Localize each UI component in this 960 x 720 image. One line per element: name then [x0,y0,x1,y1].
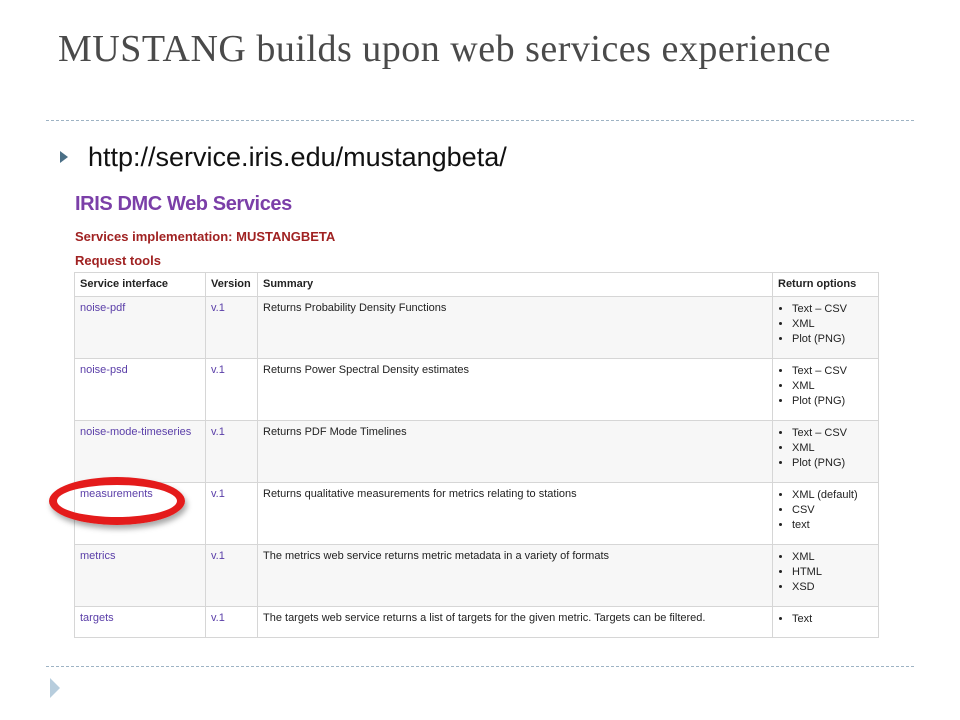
slide-title: MUSTANG builds upon web services experie… [58,28,832,70]
list-item: XML [792,379,873,394]
list-item: text [792,518,873,533]
summary-cell: Returns Power Spectral Density estimates [257,358,773,421]
table-row: measurements v.1 Returns qualitative mea… [74,482,879,545]
list-item: XSD [792,580,873,595]
section-heading: Request tools [75,253,161,268]
return-options-list: Text – CSV XML Plot (PNG) [778,426,873,471]
list-item: XML (default) [792,488,873,503]
table-header-row: Service interface Version Summary Return… [74,272,879,297]
version-link[interactable]: v.1 [211,488,225,500]
version-link[interactable]: v.1 [211,364,225,376]
table-row: noise-psd v.1 Returns Power Spectral Den… [74,358,879,421]
site-title: IRIS DMC Web Services [75,193,292,215]
title-divider [46,120,914,121]
column-header: Return options [772,272,879,297]
list-item: Text – CSV [792,364,873,379]
footer-divider [46,666,914,667]
column-header: Summary [257,272,773,297]
corner-triangle-icon [50,678,60,698]
table-row: targets v.1 The targets web service retu… [74,606,879,638]
table-row: noise-mode-timeseries v.1 Returns PDF Mo… [74,420,879,483]
table-row: metrics v.1 The metrics web service retu… [74,544,879,607]
summary-cell: The targets web service returns a list o… [257,606,773,638]
list-item: XML [792,550,873,565]
summary-cell: Returns Probability Density Functions [257,296,773,359]
column-header: Service interface [74,272,206,297]
version-link[interactable]: v.1 [211,612,225,624]
list-item: Text [792,612,873,627]
summary-cell: Returns qualitative measurements for met… [257,482,773,545]
service-link[interactable]: noise-psd [80,364,128,376]
list-item: HTML [792,565,873,580]
version-link[interactable]: v.1 [211,302,225,314]
bullet-triangle-icon [60,151,68,163]
implementation-heading: Services implementation: MUSTANGBETA [75,229,336,244]
bullet-url-link[interactable]: http://service.iris.edu/mustangbeta/ [88,142,507,173]
list-item: Text – CSV [792,426,873,441]
return-options-list: Text – CSV XML Plot (PNG) [778,302,873,347]
service-link[interactable]: metrics [80,550,115,562]
summary-cell: The metrics web service returns metric m… [257,544,773,607]
list-item: CSV [792,503,873,518]
return-options-list: XML HTML XSD [778,550,873,595]
version-link[interactable]: v.1 [211,426,225,438]
embedded-screenshot: IRIS DMC Web Services Services implement… [72,190,880,650]
service-link[interactable]: targets [80,612,114,624]
services-table: Service interface Version Summary Return… [74,272,879,638]
return-options-list: Text – CSV XML Plot (PNG) [778,364,873,409]
list-item: XML [792,317,873,332]
list-item: Plot (PNG) [792,394,873,409]
return-options-list: XML (default) CSV text [778,488,873,533]
table-row: noise-pdf v.1 Returns Probability Densit… [74,296,879,359]
return-options-list: Text [778,612,873,627]
highlight-ellipse [49,477,185,525]
list-item: Text – CSV [792,302,873,317]
list-item: Plot (PNG) [792,456,873,471]
bullet-item: http://service.iris.edu/mustangbeta/ [60,140,507,174]
service-link[interactable]: noise-pdf [80,302,125,314]
version-link[interactable]: v.1 [211,550,225,562]
summary-cell: Returns PDF Mode Timelines [257,420,773,483]
column-header: Version [205,272,258,297]
list-item: Plot (PNG) [792,332,873,347]
service-link[interactable]: noise-mode-timeseries [80,426,191,438]
list-item: XML [792,441,873,456]
